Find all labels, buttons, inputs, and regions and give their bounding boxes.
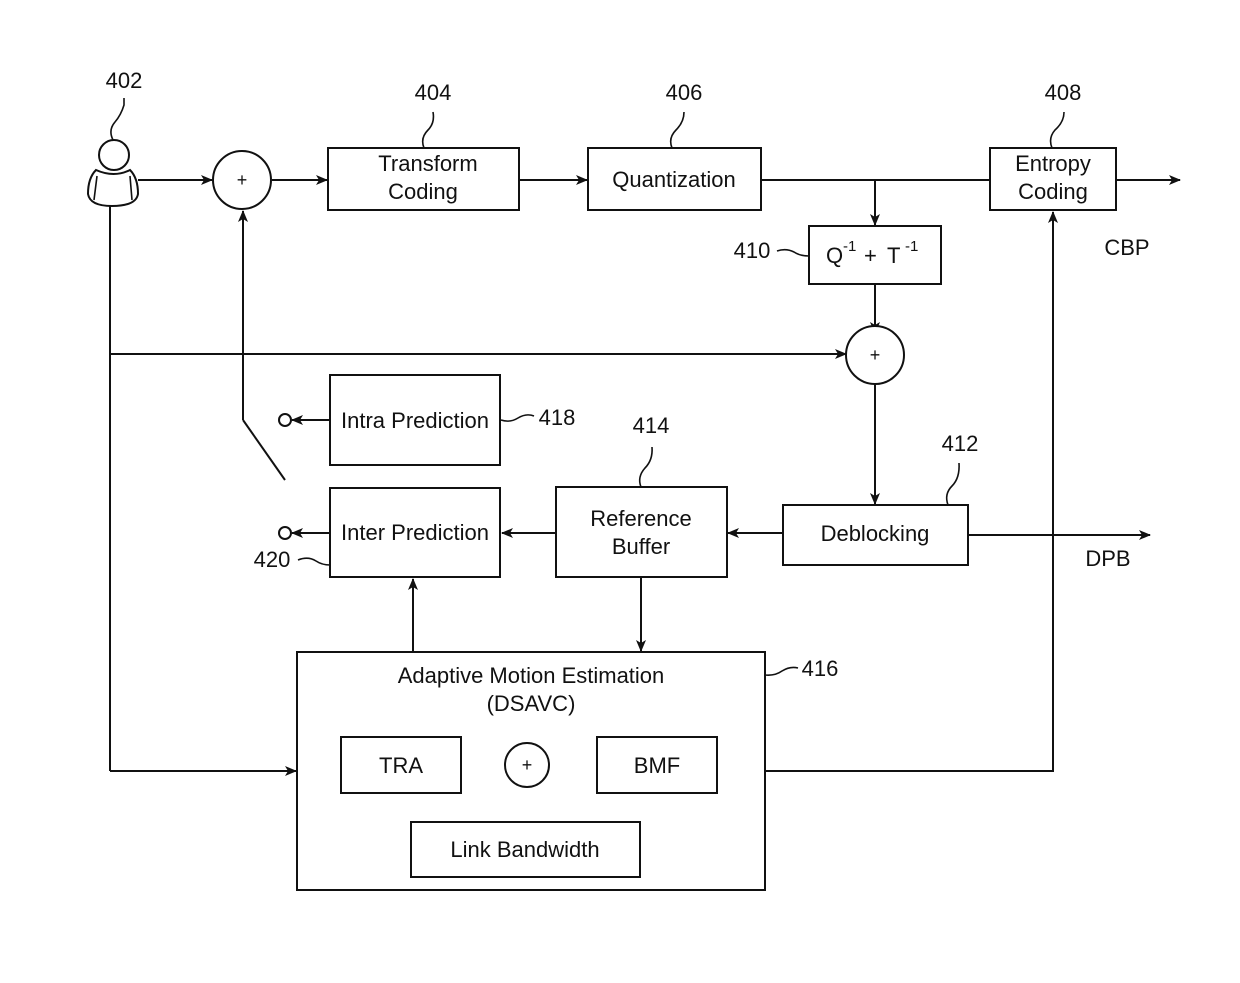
leader-416 [764,666,799,676]
inverse-q-exponent: -1 [843,238,856,255]
leader-408 [1049,111,1065,149]
intra-prediction-block: Intra Prediction 418 [329,374,576,466]
ref-406: 406 [666,80,703,105]
ref-416: 416 [802,656,839,681]
reference-buffer-block: Reference Buffer 414 [555,413,728,578]
ref-412: 412 [942,431,979,456]
inter-prediction-label: Inter Prediction [341,520,489,545]
sum-plus-sign: + [870,345,881,365]
adaptive-motion-estimation-block: Adaptive Motion Estimation (DSAVC) 416 T… [296,651,839,891]
sum-plus-sign: + [237,170,248,190]
output-label-cbp: CBP [1104,235,1149,260]
ref-410: 410 [734,238,771,263]
transform-coding-block: Transform Coding 404 [327,80,520,211]
encoder-block-diagram: 402 + Transform Coding 404 Quantization … [86,68,1181,891]
leader-418 [500,414,535,422]
transform-label-line2: Coding [388,179,458,204]
switch-terminal-inter [278,526,292,540]
switch-blade [242,419,286,481]
deblocking-block: Deblocking 412 [782,431,979,566]
inverse-t: T [887,243,900,268]
tra-block: TRA [340,736,462,794]
reference-buffer-line1: Reference [590,506,692,531]
sum-plus-sign: + [522,755,533,775]
ref-404: 404 [415,80,452,105]
link-bandwidth-label: Link Bandwidth [450,837,599,862]
deblocking-label: Deblocking [821,521,930,546]
transform-label-line1: Transform [378,151,477,176]
reference-buffer-line2: Buffer [612,534,670,559]
switch-terminal-intra [278,413,292,427]
output-label-dpb: DPB [1085,546,1130,571]
leader-406 [669,111,685,149]
leader-410 [776,248,810,257]
leader-412 [945,462,960,506]
motion-estimation-line1: Adaptive Motion Estimation [398,663,665,688]
entropy-coding-block: Entropy Coding 408 [989,80,1117,211]
leader-414 [638,446,653,488]
bmf-block: BMF [596,736,718,794]
sum-node-motion: + [504,742,550,788]
inverse-quant-transform-block: Q -1 + T -1 410 [734,225,942,285]
arrow-motion-to-entropy [765,211,1058,772]
ref-414: 414 [633,413,670,438]
leader-420 [297,557,331,566]
leader-402 [110,98,125,141]
user-icon [86,139,140,208]
sum-node-input: + [212,150,272,210]
intra-prediction-label: Intra Prediction [341,408,489,433]
entropy-label-line2: Coding [1018,179,1088,204]
ref-402: 402 [106,68,143,93]
source-402: 402 [86,68,143,208]
ref-418: 418 [539,405,576,430]
tra-label: TRA [379,753,423,778]
ref-420: 420 [254,547,291,572]
inverse-q: Q [826,243,843,268]
motion-estimation-line2: (DSAVC) [487,691,576,716]
inverse-t-exponent: -1 [905,238,918,255]
link-bandwidth-block: Link Bandwidth [410,821,641,878]
sum-node-reconstruction: + [845,325,905,385]
quantization-label: Quantization [612,167,736,192]
bmf-label: BMF [634,753,680,778]
inverse-plus: + [864,243,877,268]
quantization-block: Quantization 406 [587,80,762,211]
entropy-label-line1: Entropy [1015,151,1091,176]
ref-408: 408 [1045,80,1082,105]
leader-404 [421,111,435,149]
